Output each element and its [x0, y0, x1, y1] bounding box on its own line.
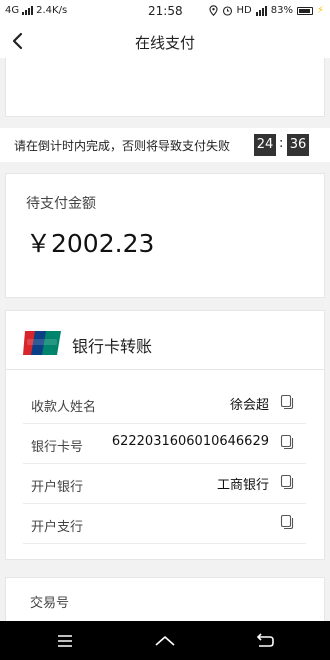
nav-bar: 在线支付 [0, 24, 330, 58]
card-number-value: 6222031606010646629 [111, 434, 269, 449]
bank-transfer-card: 银行卡转账 收款人姓名 徐会超 银行卡号 6222031606010646629… [5, 310, 325, 560]
countdown-row: 请在倒计时内完成，否则将导致支付失败 24 : 36 [0, 128, 330, 162]
page-title: 在线支付 [134, 34, 195, 52]
network-label: 4G [5, 5, 20, 16]
bank-name-label: 开户银行 [31, 480, 84, 495]
transaction-label: 交易号 [30, 596, 70, 611]
menu-icon[interactable] [53, 629, 77, 653]
countdown-colon: : [279, 136, 284, 151]
bank-name-value: 工商银行 [216, 478, 269, 493]
alarm-icon [222, 6, 232, 16]
amount-value: ￥2002.23 [26, 229, 155, 258]
system-nav-bar [0, 621, 330, 660]
location-icon [208, 5, 218, 16]
divider [6, 369, 324, 370]
payee-name-row: 收款人姓名 徐会超 [23, 384, 306, 424]
hd-label: HD [236, 5, 252, 16]
copy-icon[interactable] [280, 394, 294, 410]
status-right: HD 83% ⚡ [208, 5, 324, 16]
bank-branch-label: 开户支行 [31, 520, 84, 535]
bank-name-row: 开户银行 工商银行 [23, 464, 306, 504]
charging-icon: ⚡ [316, 5, 324, 16]
amount-label: 待支付金额 [26, 196, 96, 212]
back-nav-icon[interactable] [253, 629, 277, 653]
copy-icon[interactable] [280, 434, 294, 450]
copy-icon[interactable] [280, 514, 294, 530]
clock: 21:58 [148, 4, 183, 18]
top-card [5, 58, 325, 117]
battery-icon [296, 6, 313, 15]
signal-4g-icon [255, 5, 267, 16]
payee-name-value: 徐会超 [229, 398, 269, 413]
transaction-card: 交易号 [5, 577, 325, 627]
battery-percent: 83% [270, 5, 293, 16]
card-number-label: 银行卡号 [31, 440, 84, 455]
countdown-minutes: 36 [287, 134, 309, 156]
amount-card: 待支付金额 ￥2002.23 [5, 173, 325, 298]
home-icon[interactable] [153, 629, 177, 653]
status-left: 4G 2.4K/s [5, 5, 67, 16]
countdown-hours: 24 [254, 134, 276, 156]
card-number-row: 银行卡号 6222031606010646629 [23, 424, 306, 464]
unionpay-logo [23, 331, 61, 355]
payee-name-label: 收款人姓名 [31, 400, 97, 415]
status-bar: 4G 2.4K/s 21:58 HD 83% ⚡ [0, 0, 330, 24]
signal-icon [22, 6, 34, 15]
bank-branch-row: 开户支行 [23, 504, 306, 544]
bank-title: 银行卡转账 [72, 337, 153, 356]
network-speed: 2.4K/s [36, 5, 68, 16]
countdown-text: 请在倒计时内完成，否则将导致支付失败 [14, 139, 231, 153]
copy-icon[interactable] [280, 474, 294, 490]
